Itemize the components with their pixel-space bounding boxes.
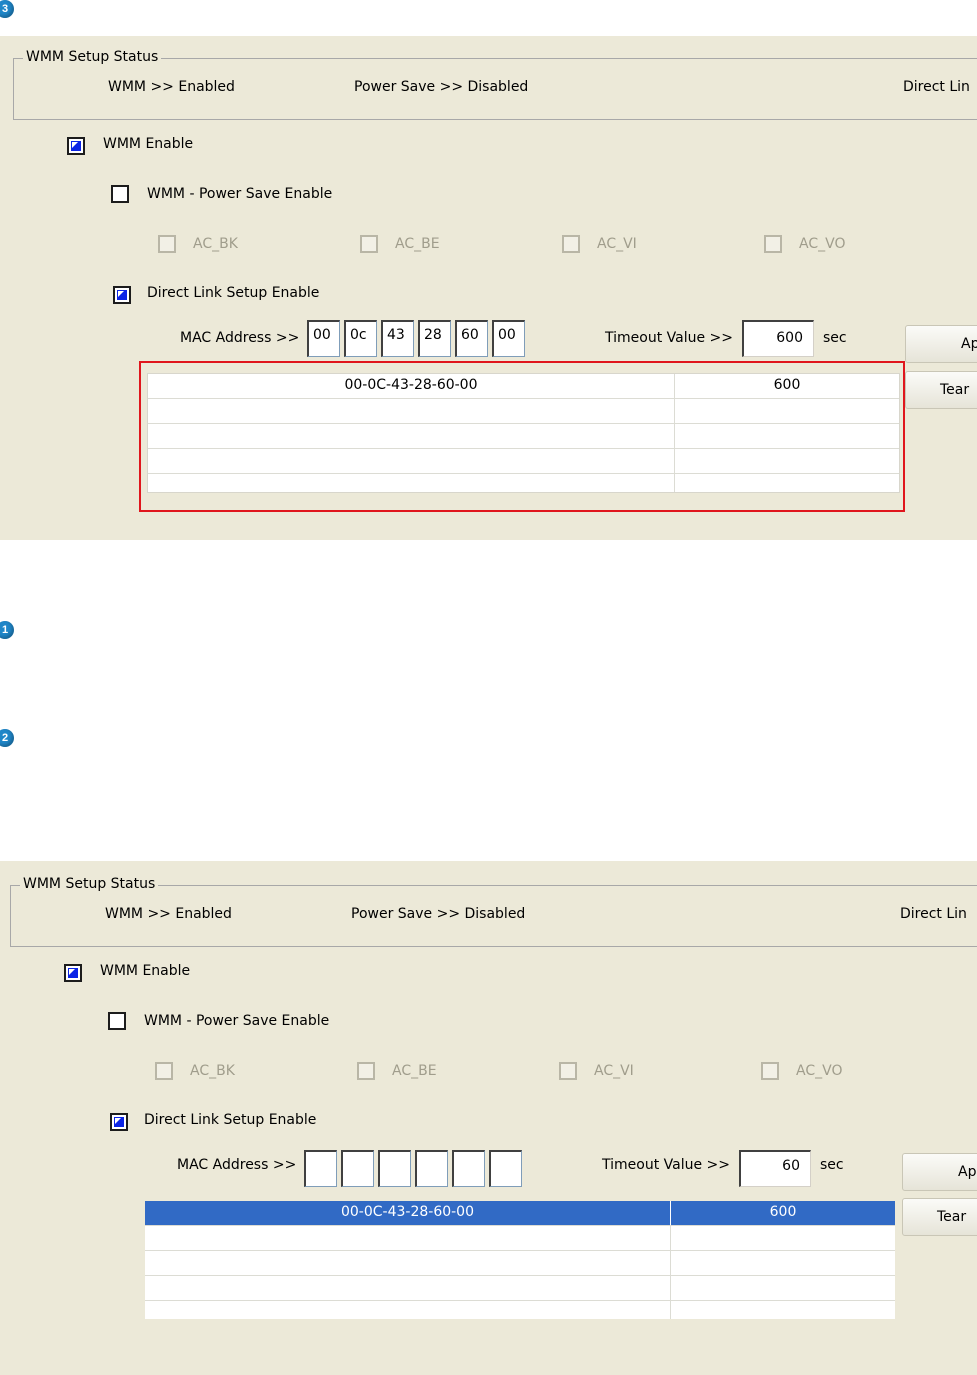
mac-octet-5-input[interactable]: 60: [455, 320, 488, 357]
table-highlight-box: [139, 361, 905, 512]
timeout-sec-label: sec: [820, 1157, 844, 1173]
mac-octet-6-input[interactable]: [489, 1150, 522, 1187]
ac-bk-checkbox[interactable]: [158, 235, 176, 253]
ac-vo-checkbox[interactable]: [764, 235, 782, 253]
status-wmm: WMM >> Enabled: [105, 906, 232, 922]
timeout-value-input[interactable]: 60: [739, 1150, 811, 1187]
step-2-marker: 2: [0, 729, 14, 747]
mac-octet-3-input[interactable]: [378, 1150, 411, 1187]
wmm-enable-label: WMM Enable: [103, 136, 194, 152]
power-save-enable-checkbox[interactable]: [111, 185, 129, 203]
dls-table: 00-0C-43-28-60-00 600: [145, 1201, 895, 1319]
power-save-enable-checkbox[interactable]: [108, 1012, 126, 1030]
ac-vi-checkbox[interactable]: [562, 235, 580, 253]
wmm-setup-status-title: WMM Setup Status: [23, 49, 162, 65]
table-row[interactable]: [145, 1301, 895, 1319]
mac-octet-1-input[interactable]: [304, 1150, 337, 1187]
table-cell-mac: [145, 1301, 671, 1319]
mac-octet-1-input[interactable]: 00: [307, 320, 340, 357]
table-row[interactable]: [145, 1276, 895, 1301]
ac-bk-label: AC_BK: [193, 236, 238, 252]
ac-vo-label: AC_VO: [796, 1063, 843, 1079]
wmm-panel-1: WMM Setup Status WMM >> Enabled Power Sa…: [0, 36, 977, 540]
apply-button[interactable]: Ap: [905, 325, 977, 363]
timeout-sec-label: sec: [823, 330, 847, 346]
step-1-marker: 1: [0, 621, 14, 639]
teardown-button[interactable]: Tear: [902, 1198, 977, 1236]
step-3-marker: 3: [0, 0, 14, 18]
mac-octet-5-input[interactable]: [452, 1150, 485, 1187]
ac-vi-checkbox[interactable]: [559, 1062, 577, 1080]
wmm-enable-label: WMM Enable: [100, 963, 191, 979]
table-cell-mac: [145, 1276, 671, 1300]
timeout-label: Timeout Value >>: [602, 1157, 730, 1173]
dls-enable-label: Direct Link Setup Enable: [144, 1112, 317, 1128]
table-cell-mac: [145, 1226, 671, 1250]
apply-button[interactable]: Ap: [902, 1153, 977, 1191]
power-save-enable-label: WMM - Power Save Enable: [144, 1013, 330, 1029]
ac-be-label: AC_BE: [395, 236, 440, 252]
table-row[interactable]: [145, 1251, 895, 1276]
dls-enable-checkbox[interactable]: [110, 1113, 128, 1131]
table-cell-mac: [145, 1251, 671, 1275]
status-direct-link: Direct Lin: [900, 906, 967, 922]
ac-vo-label: AC_VO: [799, 236, 846, 252]
wmm-enable-checkbox[interactable]: [64, 964, 82, 982]
ac-bk-checkbox[interactable]: [155, 1062, 173, 1080]
table-cell-timeout: [671, 1251, 895, 1275]
ac-vo-checkbox[interactable]: [761, 1062, 779, 1080]
timeout-label: Timeout Value >>: [605, 330, 733, 346]
dls-enable-label: Direct Link Setup Enable: [147, 285, 320, 301]
status-wmm: WMM >> Enabled: [108, 79, 235, 95]
table-cell-timeout: [671, 1226, 895, 1250]
table-cell-timeout: [671, 1276, 895, 1300]
wmm-setup-status-title: WMM Setup Status: [20, 876, 159, 892]
ac-bk-label: AC_BK: [190, 1063, 235, 1079]
table-row[interactable]: [145, 1226, 895, 1251]
ac-be-checkbox[interactable]: [357, 1062, 375, 1080]
status-direct-link: Direct Lin: [903, 79, 970, 95]
teardown-button[interactable]: Tear: [905, 371, 977, 409]
status-power-save: Power Save >> Disabled: [354, 79, 529, 95]
mac-octet-4-input[interactable]: 28: [418, 320, 451, 357]
status-power-save: Power Save >> Disabled: [351, 906, 526, 922]
ac-vi-label: AC_VI: [594, 1063, 634, 1079]
ac-be-checkbox[interactable]: [360, 235, 378, 253]
mac-octet-2-input[interactable]: [341, 1150, 374, 1187]
table-cell-timeout: [671, 1301, 895, 1319]
dls-enable-checkbox[interactable]: [113, 286, 131, 304]
mac-octet-4-input[interactable]: [415, 1150, 448, 1187]
timeout-value-input[interactable]: 600: [742, 320, 814, 357]
table-cell-mac: 00-0C-43-28-60-00: [145, 1201, 671, 1225]
ac-be-label: AC_BE: [392, 1063, 437, 1079]
ac-vi-label: AC_VI: [597, 236, 637, 252]
wmm-panel-2: WMM Setup Status WMM >> Enabled Power Sa…: [0, 861, 977, 1375]
mac-octet-6-input[interactable]: 00: [492, 320, 525, 357]
table-row[interactable]: 00-0C-43-28-60-00 600: [145, 1201, 895, 1226]
mac-octet-3-input[interactable]: 43: [381, 320, 414, 357]
wmm-enable-checkbox[interactable]: [67, 137, 85, 155]
mac-address-label: MAC Address >>: [180, 330, 300, 346]
power-save-enable-label: WMM - Power Save Enable: [147, 186, 333, 202]
mac-octet-2-input[interactable]: 0c: [344, 320, 377, 357]
mac-address-label: MAC Address >>: [177, 1157, 297, 1173]
table-cell-timeout: 600: [769, 1204, 797, 1220]
